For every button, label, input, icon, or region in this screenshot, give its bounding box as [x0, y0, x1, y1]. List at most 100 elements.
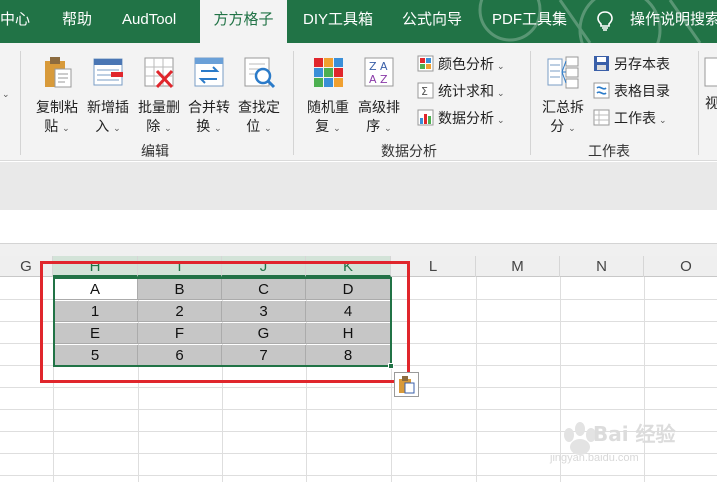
formula-bar[interactable] — [0, 210, 717, 244]
column-header-j[interactable]: J — [222, 256, 306, 277]
summary-split-button[interactable]: 汇总拆 分 ⌄ — [538, 55, 588, 138]
tab-diy-toolbox[interactable]: DIY工具箱 — [303, 0, 383, 43]
insert-label-2: 入 — [95, 118, 110, 134]
merge-convert-label-2: 换 — [196, 118, 211, 134]
column-header-g[interactable]: G — [0, 256, 53, 277]
copy-paste-button[interactable]: 复制粘 贴 ⌄ — [32, 55, 82, 138]
copy-paste-label-1: 复制粘 — [36, 99, 78, 115]
table-cell[interactable]: 4 — [306, 301, 391, 322]
column-header-o[interactable]: O — [644, 256, 717, 277]
table-cell[interactable]: 7 — [222, 345, 306, 366]
sheet-directory-button[interactable]: 表格目录 — [593, 80, 670, 102]
tab-center[interactable]: 中心 — [0, 0, 40, 43]
stats-sum-icon: Σ — [417, 82, 434, 99]
stats-sum-button[interactable]: Σ 统计求和 ⌄ — [417, 80, 505, 102]
table-cell[interactable]: G — [222, 323, 306, 344]
column-header-m[interactable]: M — [476, 256, 560, 277]
save-sheet-button[interactable]: 另存本表 — [593, 53, 670, 75]
column-header-l[interactable]: L — [391, 256, 476, 277]
column-header-h[interactable]: H — [53, 256, 138, 277]
chevron-down-icon: ⌄ — [214, 123, 222, 133]
view-label-partial: 视 — [705, 95, 717, 111]
advanced-sort-button[interactable]: Z A A Z 高级排 序 ⌄ — [354, 55, 404, 138]
find-locate-icon — [244, 57, 276, 89]
table-cell[interactable]: 1 — [53, 301, 138, 322]
random-repeat-label-1: 随机重 — [307, 99, 349, 115]
watermark-brand: Bai 经验 — [593, 422, 676, 446]
svg-text:A: A — [369, 73, 377, 86]
summary-split-label-2: 分 — [550, 118, 565, 134]
chevron-down-icon: ⌄ — [497, 88, 505, 98]
column-header-row: G H I J K L M N O — [0, 256, 717, 277]
sheet-group-label: 工作表 — [588, 143, 630, 159]
tab-pdf-tools[interactable]: PDF工具集 — [492, 0, 572, 43]
sheet-top-gap — [0, 244, 717, 256]
worksheet-icon — [593, 109, 610, 126]
column-header-n[interactable]: N — [560, 256, 644, 277]
chevron-down-icon: ⌄ — [384, 123, 392, 133]
sheet-directory-label: 表格目录 — [614, 83, 670, 99]
edit-group-label: 编辑 — [141, 143, 169, 159]
group-separator — [293, 51, 294, 155]
paste-options-button[interactable] — [394, 372, 419, 397]
tab-help[interactable]: 帮助 — [62, 0, 98, 43]
group-separator — [20, 51, 21, 155]
summary-split-label-1: 汇总拆 — [542, 99, 584, 115]
column-header-k[interactable]: K — [306, 256, 391, 277]
copy-paste-label-2: 贴 — [44, 118, 59, 134]
table-cell[interactable]: B — [138, 279, 222, 300]
table-cell[interactable]: H — [306, 323, 391, 344]
tab-fangfangezi[interactable]: 方方格子 — [200, 0, 287, 43]
save-sheet-icon — [594, 56, 609, 71]
stats-sum-label: 统计求和 — [438, 83, 494, 99]
color-analysis-button[interactable]: 颜色分析 ⌄ — [417, 53, 505, 75]
svg-text:Z: Z — [369, 60, 377, 73]
column-header-i[interactable]: I — [138, 256, 222, 277]
table-cell[interactable]: 8 — [306, 345, 391, 366]
data-analysis-button[interactable]: 数据分析 ⌄ — [417, 107, 505, 129]
find-locate-label-1: 查找定 — [238, 99, 280, 115]
tab-audtool[interactable]: AudTool — [122, 0, 192, 43]
worksheet-label: 工作表 — [614, 110, 656, 126]
summary-split-icon — [547, 56, 579, 89]
bulk-delete-label-2: 除 — [146, 118, 161, 134]
fill-handle[interactable] — [388, 363, 394, 369]
merge-convert-button[interactable]: 合并转 换 ⌄ — [184, 55, 234, 138]
chevron-down-icon: ⌄ — [333, 123, 341, 133]
table-cell[interactable]: 3 — [222, 301, 306, 322]
sheet-directory-icon — [593, 82, 610, 99]
table-cell[interactable]: 5 — [53, 345, 138, 366]
color-analysis-label: 颜色分析 — [438, 56, 494, 72]
tab-formula-wizard[interactable]: 公式向导 — [402, 0, 472, 43]
insert-button[interactable]: 新增插 入 ⌄ — [83, 55, 133, 138]
group-separator — [698, 51, 699, 155]
table-cell[interactable]: 2 — [138, 301, 222, 322]
table-cell[interactable]: E — [53, 323, 138, 344]
advanced-sort-icon: Z A A Z — [364, 57, 394, 87]
save-sheet-label: 另存本表 — [614, 56, 670, 72]
excel-window: 中心 帮助 AudTool 方方格子 DIY工具箱 公式向导 PDF工具集 操作… — [0, 0, 717, 482]
svg-text:Z: Z — [380, 73, 388, 86]
clipboard-paste-icon — [45, 57, 72, 88]
bulk-delete-button[interactable]: 批量删 除 ⌄ — [134, 55, 184, 138]
watermark-url: jingyan.baidu.com — [550, 452, 639, 464]
random-repeat-button[interactable]: 随机重 复 ⌄ — [303, 55, 353, 138]
tell-me-search[interactable]: 操作说明搜索 — [630, 0, 717, 43]
chevron-down-icon: ⌄ — [62, 123, 70, 133]
table-cell[interactable]: C — [222, 279, 306, 300]
color-analysis-icon — [417, 55, 434, 72]
find-locate-button[interactable]: 查找定 位 ⌄ — [234, 55, 284, 138]
table-cell[interactable]: A — [53, 279, 138, 300]
view-button-partial[interactable]: 视 — [702, 55, 717, 113]
lightbulb-icon — [597, 11, 613, 31]
paste-options-icon — [399, 376, 415, 394]
table-cell[interactable]: 6 — [138, 345, 222, 366]
table-cell[interactable]: D — [306, 279, 391, 300]
random-repeat-icon — [314, 58, 343, 87]
chevron-down-icon: ⌄ — [164, 123, 172, 133]
table-cell[interactable]: F — [138, 323, 222, 344]
data-group-label: 数据分析 — [381, 143, 437, 159]
ribbon-scroll-caret[interactable]: ⌄ — [2, 89, 10, 100]
chevron-down-icon: ⌄ — [568, 123, 576, 133]
worksheet-button[interactable]: 工作表 ⌄ — [593, 107, 667, 129]
